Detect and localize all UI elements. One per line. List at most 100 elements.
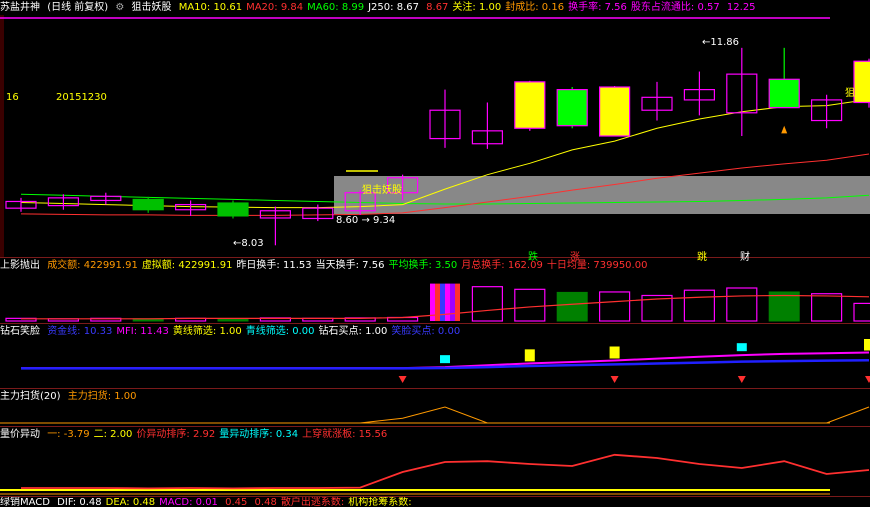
gear-icon[interactable]: ⚙ [115, 2, 124, 13]
indicator-value: 钻石买点: 1.00 [318, 326, 388, 337]
cyan-signal [736, 343, 747, 352]
volume-bar [440, 283, 445, 321]
price-chart[interactable] [0, 15, 870, 257]
indicator-value: 昨日换手: 11.53 [236, 260, 312, 271]
indicator-value: 黄线筛选: 1.00 [172, 326, 242, 337]
indicator-value: DEA: 0.48 [105, 497, 156, 507]
candle-body [514, 81, 546, 129]
volume-price-chart[interactable] [0, 442, 870, 496]
candle-body [132, 198, 164, 211]
zone-label: 狙击妖股 [362, 185, 402, 196]
yellow-signal [864, 339, 870, 351]
indicator-value: 平均换手: 3.50 [388, 260, 458, 271]
indicator-value: MA60: 8.99 [307, 2, 365, 13]
stock-title[interactable]: 苏盐井神 [0, 2, 40, 13]
diamond-icon [865, 376, 870, 383]
left-value-label: 16 [6, 92, 19, 103]
diamond-chart[interactable] [0, 339, 870, 388]
vp-header: 量价异动 一: -3.79 二: 2.00 价异动排序: 2.92 量异动排序: 0.… [0, 427, 395, 442]
indicator-value: 当天换手: 7.56 [315, 260, 385, 271]
macd-header-items: DIF: 0.48 DEA: 0.48 MACD: 0.01 0.45 0.48 散户… [57, 497, 415, 507]
candle-body [556, 88, 588, 127]
indicator-value: 虚拟额: 422991.91 [141, 260, 233, 271]
period-label[interactable]: (日线 前复权) [47, 2, 108, 13]
capital-header-items: 主力扫货: 1.00 [68, 391, 141, 402]
volume-bar [768, 291, 800, 322]
indicator-value: 青线筛选: 0.00 [245, 326, 315, 337]
capital-header: 主力扫货(20) 主力扫货: 1.00 [0, 389, 145, 404]
pane-divider[interactable] [0, 496, 870, 497]
marker-label: 跌 [528, 252, 538, 263]
macd-indicator-name[interactable]: 绿销MACD [0, 497, 50, 507]
indicator-value: 12.25 [723, 2, 756, 13]
signal-triangle [781, 125, 788, 134]
indicator-value: 机构抢筹系数: [348, 497, 412, 507]
yellow-signal [524, 349, 535, 362]
indicator-value: 关注: 1.00 [452, 2, 502, 13]
marker-label: 财 [740, 252, 750, 263]
volume-header-items: 成交额: 422991.91 虚拟额: 422991.91 昨日换手: 11.53 当… [47, 260, 651, 271]
volume-bar [853, 302, 870, 322]
main-header: 苏盐井神 (日线 前复权) ⚙ 狙击妖股 MA10: 10.61 MA20: 9.… [0, 0, 764, 15]
indicator-value: 0.45 [221, 497, 248, 507]
high-price-value: 11.86 [710, 37, 740, 48]
indicator-value: 上穿就涨板: 15.56 [302, 429, 388, 440]
volume-indicator-name[interactable]: 上影抛出 [0, 260, 40, 271]
indicator-value: 8.67 [422, 2, 449, 13]
volume-bar [217, 318, 249, 322]
indicator-value: MA10: 10.61 [178, 2, 243, 13]
capital-line [21, 406, 870, 424]
volume-header: 上影抛出 成交额: 422991.91 虚拟额: 422991.91 昨日换手: 1… [0, 258, 655, 273]
indicator-value: 笑脸买点: 0.00 [391, 326, 461, 337]
candle-body [768, 78, 800, 109]
pane-divider[interactable] [0, 388, 870, 389]
capital-chart[interactable] [0, 404, 870, 426]
volume-bar [450, 283, 455, 321]
indicator-value: 主力扫货: 1.00 [67, 391, 137, 402]
candle-body [217, 202, 249, 217]
vp-header-items: 一: -3.79 二: 2.00 价异动排序: 2.92 量异动排序: 0.34 上穿就… [47, 429, 391, 440]
marker-label: 跳 [697, 252, 707, 263]
date-label: 20151230 [56, 92, 107, 103]
cyan-signal [440, 355, 450, 364]
yellow-signal [609, 346, 620, 359]
volume-chart[interactable] [0, 273, 870, 323]
diamond-header: 钻石笑脸 资金线: 10.33 MFI: 11.43 黄线筛选: 1.00 青线筛选:… [0, 324, 468, 339]
volume-bar [514, 288, 546, 322]
indicator-value: MFI: 11.43 [116, 326, 169, 337]
indicator-value: 量异动排序: 0.34 [219, 429, 299, 440]
marker-label: 涨 [570, 252, 580, 263]
diamond-icon [610, 376, 619, 383]
pane-divider[interactable] [0, 426, 870, 427]
indicator-value: 十日均量: 739950.00 [546, 260, 648, 271]
vp-red-line [21, 453, 870, 490]
stock-chart-window: 苏盐井神 (日线 前复权) ⚙ 狙击妖股 MA10: 10.61 MA20: 9.… [0, 0, 870, 507]
capital-indicator-name[interactable]: 主力扫货(20) [0, 391, 61, 402]
vp-indicator-name[interactable]: 量价异动 [0, 429, 40, 440]
right-tag-label: 狙妖股 [845, 88, 870, 99]
diamond-icon [737, 376, 746, 383]
volume-bar [445, 283, 450, 321]
diamond-indicator-name[interactable]: 钻石笑脸 [0, 326, 40, 337]
indicator-value: J250: 8.67 [368, 2, 419, 13]
volume-bar [683, 289, 716, 322]
indicator-value: 散户出逃系数: [280, 497, 345, 507]
indicator-value: 成交额: 422991.91 [47, 260, 138, 271]
candle-body [598, 86, 631, 137]
pane-divider[interactable] [0, 323, 870, 324]
indicator-value: 一: -3.79 [47, 429, 90, 440]
volume-bar [726, 287, 758, 322]
sniper-zone [334, 176, 870, 214]
indicator-value: 封成比: 0.16 [505, 2, 565, 13]
diamond-icon [398, 376, 407, 383]
low-price-label: ←8.03 [233, 238, 264, 249]
volume-bar [455, 283, 460, 321]
volume-bar [471, 286, 503, 322]
indicator-value: DIF: 0.48 [57, 497, 102, 507]
indicator-value: 股东占流通比: 0.57 [630, 2, 720, 13]
main-header-items: MA10: 10.61 MA20: 9.84 MA60: 8.99 J250: 8.6… [179, 2, 760, 13]
macd-header: 绿销MACD DIF: 0.48 DEA: 0.48 MACD: 0.01 0.45… [0, 497, 420, 507]
volume-bar [598, 291, 631, 322]
mid-price-a: 8.60 [336, 215, 359, 226]
indicator-name[interactable]: 狙击妖股 [132, 2, 172, 13]
